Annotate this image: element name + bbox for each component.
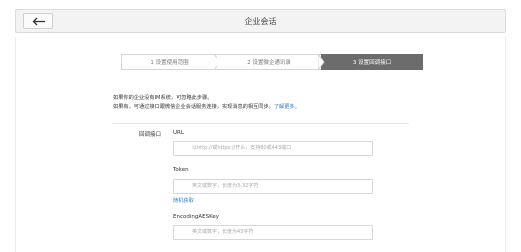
- aes-key-input[interactable]: 英文或数字，长度为43字符: [173, 225, 373, 240]
- divider: [113, 123, 409, 124]
- intro-line-2: 如果有，可通过接口跟微信企业会话服务连接，实现消息的相互同步。了解更多。: [113, 104, 300, 110]
- step-indicator: 1 设置使用范围 2 设置微企通讯录 3 设置回调接口: [121, 54, 423, 70]
- page-title: 企业会话: [244, 17, 277, 26]
- step-2[interactable]: 2 设置微企通讯录: [217, 54, 321, 70]
- intro-text: 如果你的企业没有IM系统，可忽略此步骤。 如果有，可通过接口跟微信企业会话服务连…: [113, 94, 300, 112]
- intro-line-1: 如果你的企业没有IM系统，可忽略此步骤。: [113, 95, 213, 101]
- token-input[interactable]: 英文或数字，长度为3-32字符: [173, 179, 373, 194]
- callback-section-label: 回调接口: [139, 132, 162, 138]
- url-label: URL: [173, 130, 184, 136]
- step-3-label: 3 设置回调接口: [352, 60, 392, 66]
- token-label: Token: [173, 167, 189, 173]
- step-1[interactable]: 1 设置使用范围: [121, 54, 217, 70]
- step-1-label: 1 设置使用范围: [150, 60, 189, 66]
- content-card: 1 设置使用范围 2 设置微企通讯录 3 设置回调接口 如果你的企业没有IM系统…: [15, 37, 506, 252]
- step-separator-2: [318, 54, 325, 70]
- aes-key-label: EncodingAESKey: [173, 214, 220, 220]
- step-3[interactable]: 3 设置回调接口: [321, 54, 423, 70]
- step-2-label: 2 设置微企通讯录: [247, 60, 291, 66]
- learn-more-link[interactable]: 了解更多。: [274, 104, 300, 110]
- random-get-link[interactable]: 随机获取: [173, 197, 194, 204]
- top-bar: 企业会话: [15, 9, 506, 33]
- url-input[interactable]: 以http://或https://开头，支持80或443端口: [173, 141, 373, 156]
